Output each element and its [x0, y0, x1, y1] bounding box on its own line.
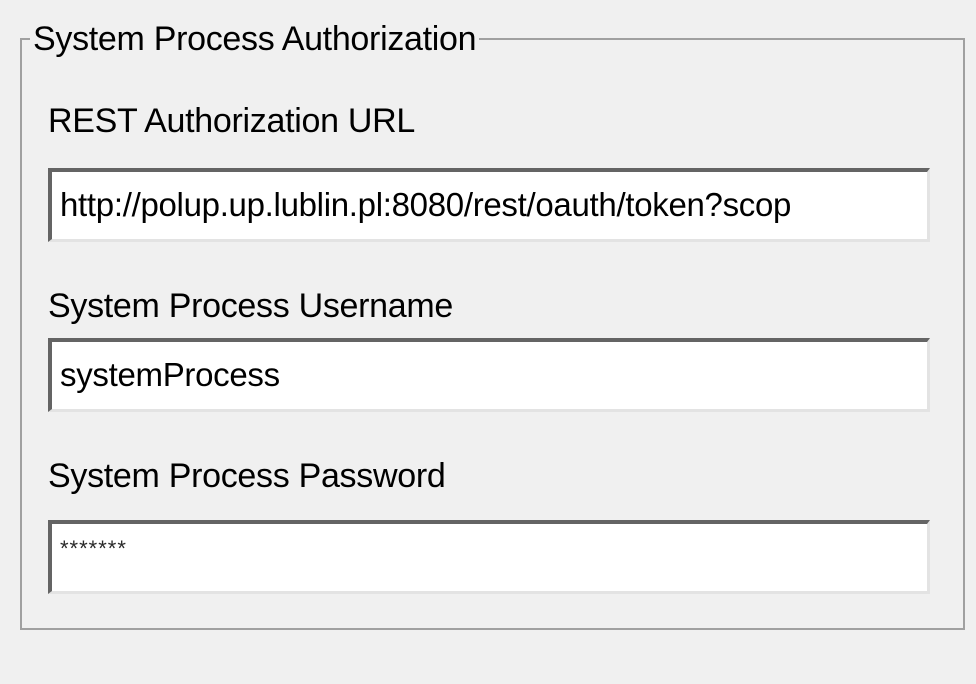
group-title: System Process Authorization [30, 18, 480, 60]
password-input[interactable]: ******* [48, 520, 930, 594]
username-label: System Process Username [48, 287, 454, 325]
password-label: System Process Password [48, 457, 446, 495]
rest-url-input[interactable]: http://polup.up.lublin.pl:8080/rest/oaut… [48, 168, 930, 242]
username-input[interactable]: systemProcess [48, 338, 930, 412]
rest-url-label: REST Authorization URL [48, 102, 415, 140]
